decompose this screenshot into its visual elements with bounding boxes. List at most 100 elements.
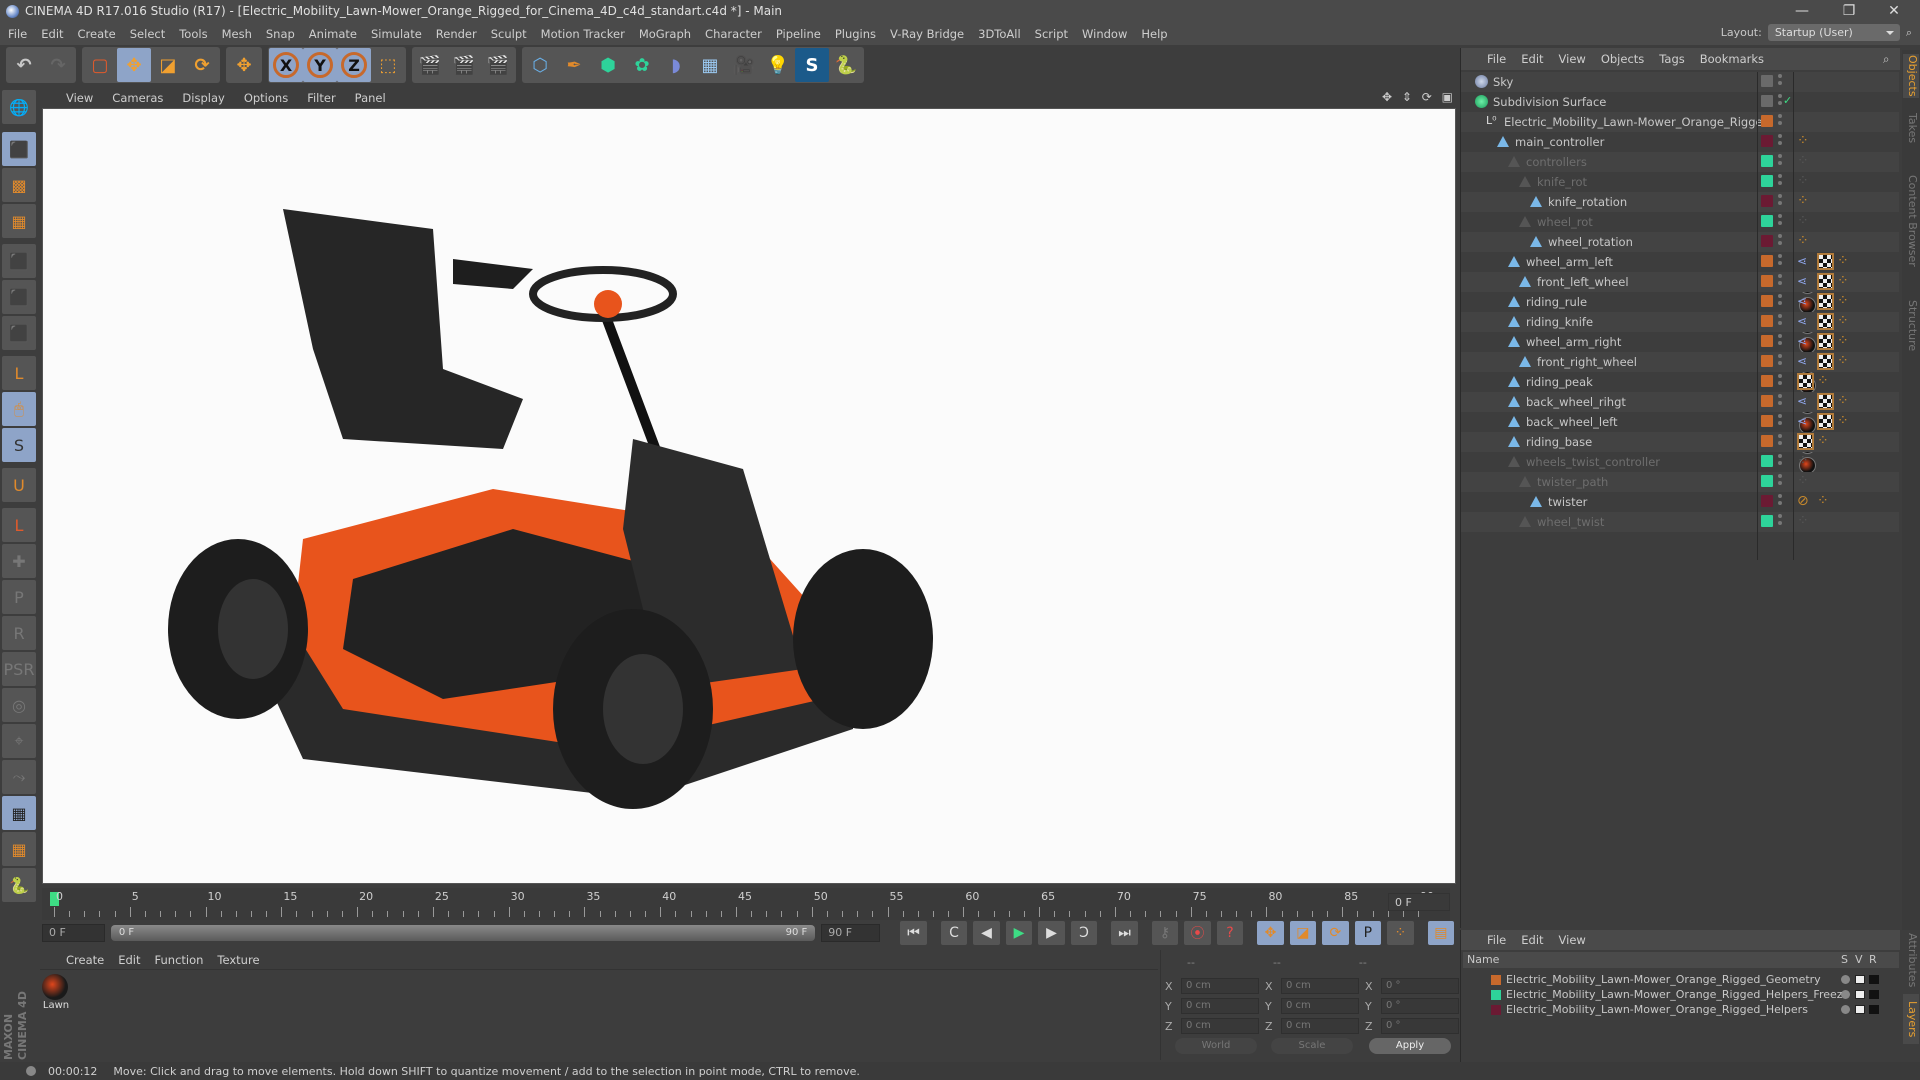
material-menu-edit[interactable]: Edit: [118, 953, 140, 967]
visibility-dots[interactable]: [1778, 154, 1783, 170]
world-dropdown[interactable]: World: [1175, 1038, 1257, 1054]
visibility-dots[interactable]: [1778, 134, 1783, 150]
object-name[interactable]: controllers: [1526, 155, 1587, 169]
rotation-key-icon[interactable]: R: [2, 616, 36, 650]
size-z-field[interactable]: 0 cm: [1281, 1018, 1359, 1034]
layer-color-swatch[interactable]: [1761, 115, 1773, 127]
record-disabled-icon[interactable]: ⚷: [1151, 921, 1179, 945]
ik-tag-icon[interactable]: ⋖: [1797, 253, 1814, 270]
layer-name[interactable]: Electric_Mobility_Lawn-Mower_Orange_Rigg…: [1506, 973, 1821, 986]
layers-menu-edit[interactable]: Edit: [1521, 933, 1543, 947]
size-x-field[interactable]: 0 cm: [1281, 978, 1359, 994]
menu-edit[interactable]: Edit: [41, 27, 63, 41]
visibility-dots[interactable]: [1778, 394, 1783, 410]
locked-workplane-icon[interactable]: ▦: [2, 796, 36, 830]
layer-color-swatch[interactable]: [1761, 275, 1773, 287]
menu-mesh[interactable]: Mesh: [222, 27, 252, 41]
layer-name[interactable]: Electric_Mobility_Lawn-Mower_Orange_Rigg…: [1506, 1003, 1808, 1016]
object-name[interactable]: main_controller: [1515, 135, 1604, 149]
object-name[interactable]: knife_rot: [1537, 175, 1587, 189]
object-name[interactable]: wheels_twist_controller: [1526, 455, 1660, 469]
param-key-icon[interactable]: ⌖: [2, 724, 36, 758]
go-to-end-button[interactable]: ⏭: [1111, 921, 1138, 945]
layer-row[interactable]: Electric_Mobility_Lawn-Mower_Orange_Rigg…: [1491, 972, 1879, 987]
tab-layers[interactable]: Layers: [1903, 994, 1919, 1044]
joint-tool-icon[interactable]: ✚: [2, 544, 36, 578]
layers-menu-file[interactable]: File: [1487, 933, 1506, 947]
deformer-button[interactable]: ◗: [659, 48, 693, 82]
object-name[interactable]: wheel_rotation: [1548, 235, 1633, 249]
menu-animate[interactable]: Animate: [309, 27, 357, 41]
visibility-eye-icon[interactable]: [1855, 975, 1865, 984]
uvw-tag-icon[interactable]: [1817, 293, 1834, 310]
visibility-dots[interactable]: [1778, 474, 1783, 490]
object-row[interactable]: twister_path ⁘: [1461, 472, 1899, 492]
tab-takes[interactable]: Takes: [1903, 104, 1919, 152]
search-icon[interactable]: ⌕: [1883, 52, 1889, 67]
object-row[interactable]: controllers ⁘: [1461, 152, 1899, 172]
uvw-tag-icon[interactable]: [1797, 433, 1814, 450]
tweak-mode-icon[interactable]: 🖱: [2, 392, 36, 426]
viewport-menu-options[interactable]: Options: [244, 91, 288, 105]
ik-tag-icon[interactable]: ⋖: [1797, 313, 1814, 330]
workplane-axis-icon[interactable]: L: [2, 508, 36, 542]
python-icon[interactable]: 🐍: [2, 868, 36, 902]
snap-magnet-icon[interactable]: U: [2, 468, 36, 502]
menu-pipeline[interactable]: Pipeline: [776, 27, 821, 41]
object-name[interactable]: wheel_arm_right: [1526, 335, 1621, 349]
menu-create[interactable]: Create: [78, 27, 116, 41]
workplane-icon[interactable]: 🌐: [2, 90, 36, 124]
layer-lock-icon[interactable]: [1761, 515, 1773, 527]
add-cube-button[interactable]: ⬡: [523, 48, 557, 82]
visibility-dots[interactable]: [1778, 334, 1783, 350]
material-menu-texture[interactable]: Texture: [217, 953, 259, 967]
object-row[interactable]: Subdivision Surface ✓: [1461, 92, 1899, 112]
enabled-check-icon[interactable]: ✓: [1783, 94, 1792, 107]
sculpt-plugin-button[interactable]: S: [795, 48, 829, 82]
object-row[interactable]: knife_rotation ⁘: [1461, 192, 1899, 212]
layer-row[interactable]: Electric_Mobility_Lawn-Mower_Orange_Rigg…: [1491, 1002, 1879, 1017]
object-name[interactable]: front_right_wheel: [1537, 355, 1637, 369]
object-name[interactable]: front_left_wheel: [1537, 275, 1629, 289]
layer-color-swatch[interactable]: [1761, 135, 1773, 147]
rotation-h-field[interactable]: 0 °: [1381, 978, 1459, 994]
object-name[interactable]: Electric_Mobility_Lawn-Mower_Orange_Rigg…: [1504, 115, 1770, 129]
constraint-tag-icon[interactable]: ⁘: [1817, 493, 1834, 510]
material-menu-create[interactable]: Create: [66, 953, 104, 967]
menu-plugins[interactable]: Plugins: [835, 27, 876, 41]
viewport-menu-view[interactable]: View: [66, 91, 93, 105]
layer-color-swatch[interactable]: [1761, 95, 1773, 107]
uvw-tag-icon[interactable]: [1817, 353, 1834, 370]
scale-dropdown[interactable]: Scale: [1271, 1038, 1353, 1054]
render-settings-button[interactable]: 🎬: [481, 48, 515, 82]
uvw-tag-icon[interactable]: [1797, 373, 1814, 390]
menu-motion-tracker[interactable]: Motion Tracker: [541, 27, 625, 41]
menu-snap[interactable]: Snap: [266, 27, 295, 41]
autokey-button[interactable]: ⦿: [1184, 921, 1211, 945]
constraint-tag-icon[interactable]: ⁘: [1837, 253, 1854, 270]
constraint-tag-icon[interactable]: ⁘: [1797, 453, 1814, 470]
visibility-dots[interactable]: [1778, 494, 1783, 510]
current-frame-field[interactable]: 0 F: [1388, 893, 1450, 911]
render-to-picture-viewer-button[interactable]: 🎬: [447, 48, 481, 82]
object-name[interactable]: riding_rule: [1526, 295, 1587, 309]
camera-button[interactable]: 🎥: [727, 48, 761, 82]
frame-range-slider[interactable]: 0 F 90 F: [110, 925, 816, 941]
uvw-tag-icon[interactable]: [1817, 253, 1834, 270]
viewport-navigation-icons[interactable]: ✥ ⇕ ⟳ ▣: [1382, 90, 1456, 104]
visibility-dots[interactable]: [1778, 214, 1783, 230]
layer-color-swatch[interactable]: [1761, 335, 1773, 347]
object-row[interactable]: front_left_wheel ⋖ ⁘: [1461, 272, 1899, 314]
ik-tag-icon[interactable]: ⋖: [1797, 333, 1814, 350]
object-row[interactable]: knife_rot ⁘: [1461, 172, 1899, 192]
object-name[interactable]: knife_rotation: [1548, 195, 1627, 209]
objects-menu-objects[interactable]: Objects: [1601, 52, 1644, 66]
rotate-tool-button[interactable]: ⟳: [185, 48, 219, 82]
material-menu-function[interactable]: Function: [155, 953, 204, 967]
tab-content-browser[interactable]: Content Browser: [1903, 156, 1919, 286]
constraint-tag-icon[interactable]: ⁘: [1837, 313, 1854, 330]
object-name[interactable]: Subdivision Surface: [1493, 95, 1606, 109]
texture-mode-icon[interactable]: ▩: [2, 168, 36, 202]
constraint-tag-icon[interactable]: ⁘: [1817, 433, 1834, 450]
visibility-dots[interactable]: [1778, 434, 1783, 450]
